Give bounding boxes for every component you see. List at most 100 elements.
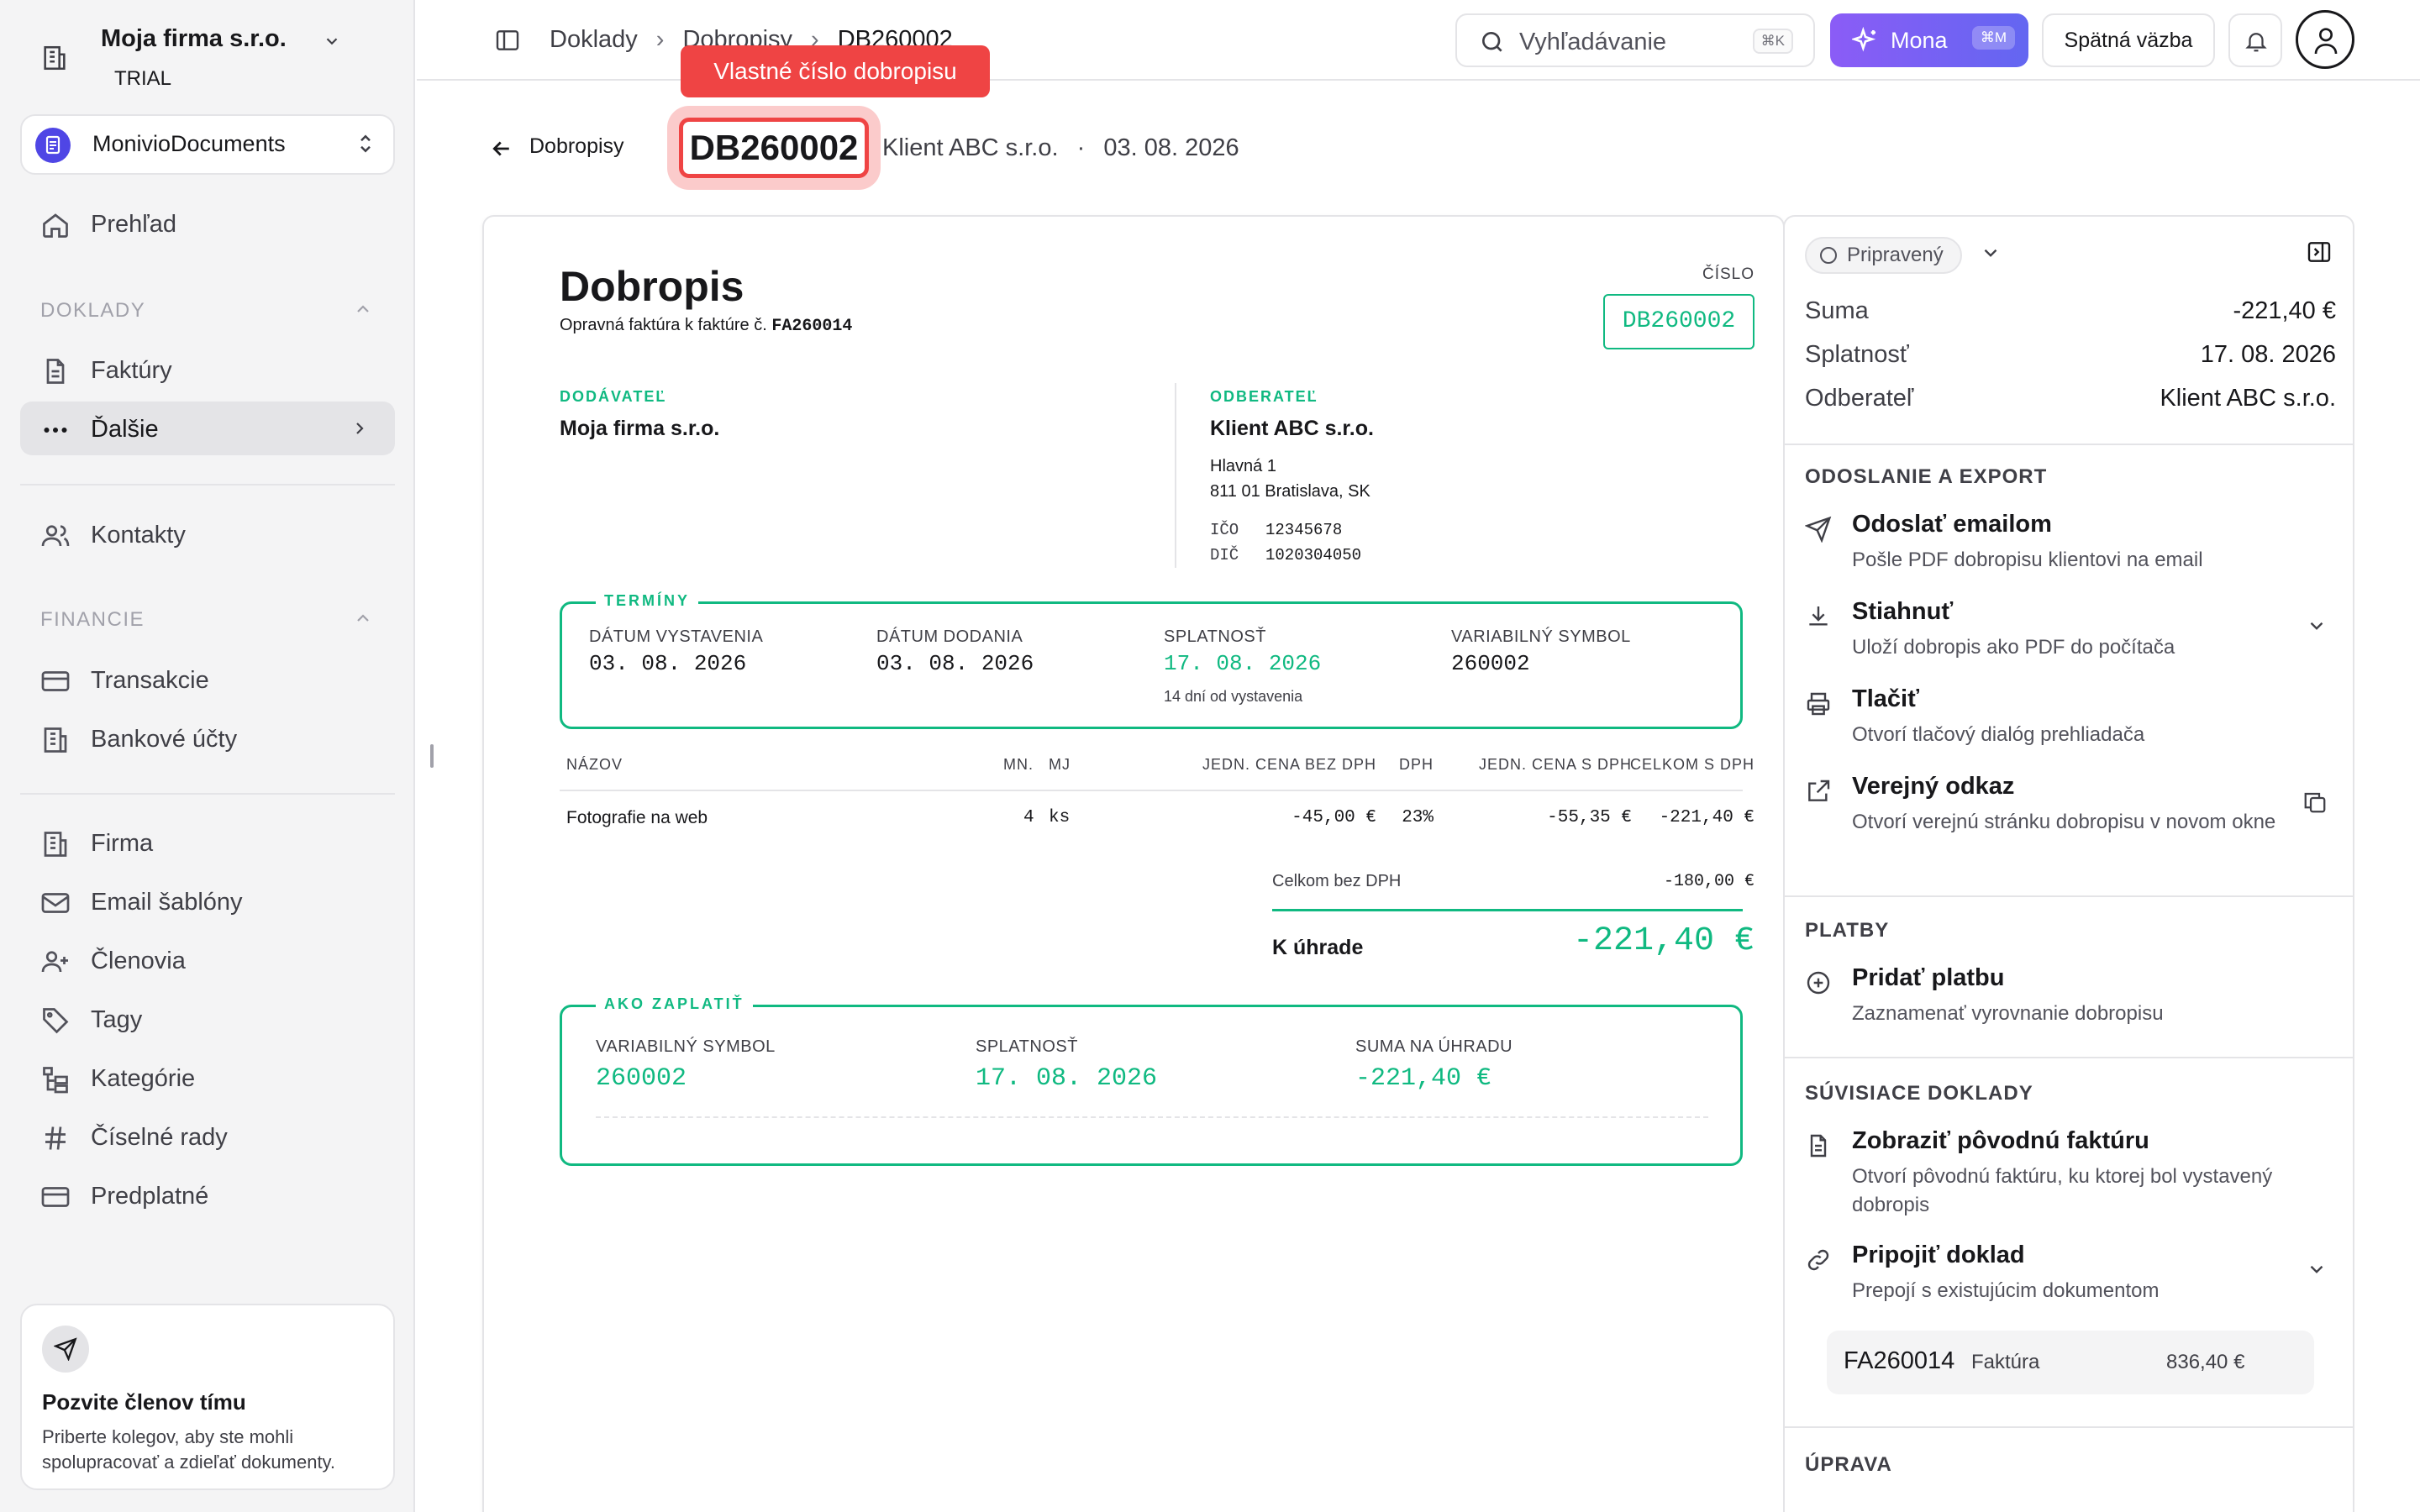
sidebar-item-label: Kontakty (91, 522, 186, 549)
subtitle-ref: FA260014 (771, 317, 853, 336)
chevron-down-icon[interactable] (2306, 615, 2328, 637)
sidebar-item-overview[interactable]: Prehľad (20, 197, 395, 250)
chevron-down-icon[interactable] (1980, 242, 2002, 264)
payments-section-title: PLATBY (1805, 919, 1890, 942)
sidebar-toggle-icon[interactable] (494, 27, 521, 54)
sparkles-icon (1852, 27, 1876, 52)
sidebar-item-more[interactable]: Ďalšie (20, 402, 395, 455)
invite-title: Pozvite členov tímu (42, 1389, 246, 1415)
action-description: Pošle PDF dobropisu klientovi na email (1852, 549, 2203, 571)
sidebar-item-number-series[interactable]: Číselné rady (20, 1110, 395, 1163)
related-document-item[interactable]: FA260014 Faktúra 836,40 € (1827, 1331, 2314, 1394)
sidebar-item-email-templates[interactable]: Email šablóny (20, 874, 395, 928)
chevron-down-icon (323, 32, 341, 50)
users-icon (40, 521, 71, 551)
sidebar: Moja firma s.r.o. TRIAL MonivioDocuments… (0, 0, 415, 1512)
plan-badge: TRIAL (114, 67, 172, 90)
subtitle-prefix: Opravná faktúra k faktúre č. (560, 316, 767, 334)
workspace-switcher[interactable]: MonivioDocuments (20, 114, 395, 175)
user-avatar[interactable] (2296, 10, 2354, 69)
action-description: Otvorí pôvodnú faktúru, ku ktorej bol vy… (1852, 1165, 2273, 1216)
export-section-title: ODOSLANIE A EXPORT (1805, 465, 2048, 488)
sidebar-item-label: Číselné rady (91, 1124, 228, 1151)
chevron-right-icon (350, 418, 370, 438)
search-shortcut: ⌘K (1752, 29, 1793, 54)
back-label: Dobropisy (529, 134, 624, 158)
search-icon (1482, 32, 1502, 52)
document-number-highlight[interactable]: DB260002 (679, 118, 869, 178)
company-switcher[interactable]: Moja firma s.r.o. TRIAL (37, 20, 390, 96)
payment-label: AKO ZAPLATIŤ (596, 995, 753, 1013)
sidebar-item-categories[interactable]: Kategórie (20, 1051, 395, 1105)
chevron-right-icon: › (655, 25, 665, 53)
sidebar-item-firm[interactable]: Firma (20, 816, 395, 869)
breadcrumb-documents[interactable]: Doklady (550, 26, 638, 54)
customer-city: 811 01 Bratislava, SK (1210, 482, 1370, 501)
delivery-date-label: DÁTUM DODANIA (876, 627, 1023, 646)
status-badge[interactable]: Pripravený (1805, 237, 1962, 274)
cell-unit-price-vat: -55,35 € (1547, 808, 1632, 827)
header-client: Klient ABC s.r.o. (882, 134, 1059, 161)
file-text-icon (40, 356, 71, 386)
delivery-date: 03. 08. 2026 (876, 651, 1034, 676)
number-label: ČÍSLO (1702, 265, 1754, 283)
document-title: Dobropis (560, 263, 744, 310)
sum-label: Suma (1805, 297, 1869, 324)
chevron-up-icon[interactable] (353, 299, 373, 319)
search-placeholder: Vyhľadávanie (1519, 29, 1667, 55)
col-qty: MN. (1003, 756, 1034, 773)
download-icon (1805, 603, 1832, 630)
supplier-name: Moja firma s.r.o. (560, 417, 720, 440)
action-description: Otvorí tlačový dialóg prehliadača (1852, 723, 2145, 746)
chevron-up-icon[interactable] (353, 608, 373, 628)
action-title: Tlačiť (1852, 685, 1919, 712)
col-vat: DPH (1398, 756, 1434, 773)
due-date-label: SPLATNOSŤ (1164, 627, 1266, 646)
sidebar-item-tags[interactable]: Tagy (20, 992, 395, 1046)
chevron-down-icon[interactable] (2306, 1258, 2328, 1280)
building-icon (40, 44, 69, 72)
mona-assistant-button[interactable]: Mona ⌘M (1830, 13, 2028, 67)
header-separator: · (1076, 134, 1086, 161)
col-total: CELKOM S DPH (1629, 756, 1754, 773)
sidebar-item-subscription[interactable]: Predplatné (20, 1168, 395, 1222)
cell-unit: ks (1049, 808, 1071, 827)
divider (1785, 444, 2353, 445)
vs-label: VARIABILNÝ SYMBOL (1451, 627, 1631, 646)
sidebar-item-contacts[interactable]: Kontakty (20, 507, 395, 561)
sidebar-item-label: Tagy (91, 1006, 143, 1033)
pay-vs: 260002 (596, 1064, 687, 1093)
credit-card-icon (40, 1182, 71, 1212)
divider (596, 1116, 1708, 1118)
feedback-button[interactable]: Spätná väzba (2042, 13, 2215, 67)
search-input[interactable]: Vyhľadávanie ⌘K (1455, 13, 1815, 67)
sidebar-item-label: Email šablóny (91, 889, 243, 916)
notifications-button[interactable] (2228, 13, 2282, 67)
copy-icon[interactable] (2302, 790, 2328, 815)
divider (1785, 1426, 2353, 1428)
panel-collapse-icon[interactable] (2306, 239, 2333, 265)
user-plus-icon (40, 947, 71, 977)
document-number: DB260002 (1603, 294, 1754, 349)
sidebar-resize-handle[interactable] (430, 744, 434, 768)
col-unit-price-vat: JEDN. CENA S DPH (1478, 756, 1632, 773)
due-note: 14 dní od vystavenia (1164, 688, 1303, 705)
sidebar-item-bank-accounts[interactable]: Bankové účty (20, 711, 395, 765)
sidebar-item-label: Transakcie (91, 667, 209, 694)
sidebar-item-transactions[interactable]: Transakcie (20, 653, 395, 706)
action-title: Odoslať emailom (1852, 511, 2052, 538)
sidebar-item-label: Faktúry (91, 357, 172, 384)
customer-label: Odberateľ (1805, 385, 1914, 412)
sidebar-item-members[interactable]: Členovia (20, 933, 395, 987)
cell-qty: 4 (1023, 808, 1034, 827)
cell-unit-price: -45,00 € (1292, 808, 1376, 827)
home-icon (40, 210, 71, 240)
invite-card[interactable]: Pozvite členov tímu Priberte kolegov, ab… (20, 1304, 395, 1490)
sidebar-item-invoices[interactable]: Faktúry (20, 343, 395, 396)
total-label: K úhrade (1272, 936, 1364, 959)
cell-vat: 23% (1402, 808, 1434, 827)
details-panel: Pripravený Suma -221,40 € Splatnosť 17. 08… (1783, 215, 2354, 1512)
col-unit-price: JEDN. CENA BEZ DPH (1202, 756, 1376, 773)
send-icon (1805, 516, 1832, 543)
action-title: Verejný odkaz (1852, 773, 2015, 800)
